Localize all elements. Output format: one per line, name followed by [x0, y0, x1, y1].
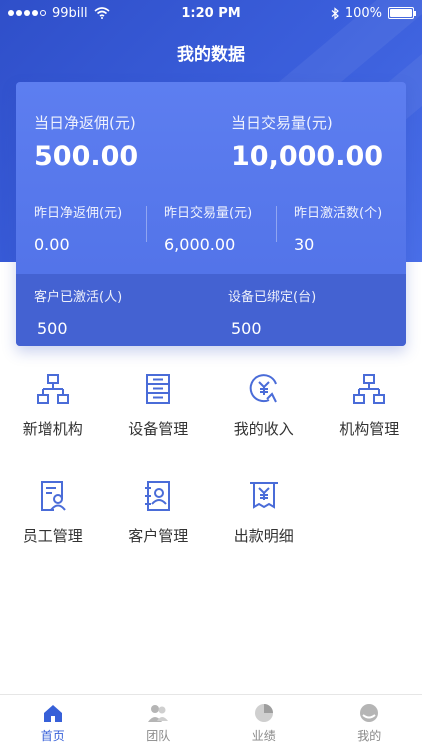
menu-label: 我的收入 [233, 420, 294, 438]
customer-book-icon [145, 481, 171, 511]
org-tree-icon [36, 374, 69, 404]
tab-mine[interactable]: 我的 [317, 695, 422, 750]
today-volume-value: 10,000.00 [231, 141, 384, 172]
bound-devices-value: 500 [231, 319, 262, 338]
menu-add-organization[interactable]: 新增机构 [0, 372, 106, 439]
yesterday-volume: 昨日交易量(元) 6,000.00 [146, 202, 276, 254]
summary-footer: 客户已激活(人) 500 设备已绑定(台) 500 [16, 274, 406, 346]
wifi-icon [94, 7, 110, 19]
yesterday-activations-value: 30 [294, 235, 315, 254]
bound-devices: 设备已绑定(台) 500 [211, 286, 406, 346]
today-rebate-value: 500.00 [34, 141, 139, 172]
menu-label: 客户管理 [128, 527, 189, 545]
tab-performance[interactable]: 业绩 [211, 695, 317, 750]
menu-device-management[interactable]: 设备管理 [106, 372, 212, 439]
battery-icon [388, 7, 416, 19]
home-icon [43, 704, 62, 722]
tab-team[interactable]: 团队 [106, 695, 212, 750]
tab-home-label: 首页 [40, 728, 65, 743]
tab-performance-label: 业绩 [251, 728, 276, 743]
team-icon [148, 704, 169, 722]
bluetooth-icon [331, 6, 339, 20]
menu-label: 设备管理 [128, 420, 189, 438]
device-cabinet-icon [146, 374, 171, 404]
menu-label: 出款明细 [233, 527, 294, 545]
menu-customer-management[interactable]: 客户管理 [106, 479, 212, 546]
menu-label: 新增机构 [22, 420, 83, 438]
today-volume: 当日交易量(元) 10,000.00 [211, 112, 406, 172]
today-rebate-label: 当日净返佣(元) [34, 114, 136, 132]
carrier-name: 99bill [52, 5, 88, 21]
yesterday-rebate: 昨日净返佣(元) 0.00 [16, 202, 146, 254]
menu-employee-management[interactable]: 员工管理 [0, 479, 106, 546]
yesterday-activations-label: 昨日激活数(个) [294, 206, 383, 221]
function-menu: 新增机构 设备管理 我的收入 机构管理 员工管理 客户管理 出款明细 [0, 372, 422, 546]
activated-customers: 客户已激活(人) 500 [16, 286, 211, 346]
tab-team-label: 团队 [146, 728, 171, 743]
tab-home[interactable]: 首页 [0, 695, 106, 750]
yesterday-rebate-label: 昨日净返佣(元) [34, 206, 123, 221]
menu-label: 机构管理 [339, 420, 400, 438]
tab-mine-label: 我的 [357, 728, 382, 743]
yesterday-volume-value: 6,000.00 [164, 235, 236, 254]
battery-percent: 100% [344, 5, 382, 21]
menu-my-income[interactable]: 我的收入 [211, 372, 317, 439]
tab-bar: 首页 团队 业绩 我的 [0, 694, 422, 750]
employee-card-icon [40, 481, 66, 511]
yesterday-volume-label: 昨日交易量(元) [164, 206, 253, 221]
activated-customers-label: 客户已激活(人) [34, 290, 123, 305]
page-title: 我的数据 [177, 45, 245, 65]
summary-card: 当日净返佣(元) 500.00 当日交易量(元) 10,000.00 昨日净返佣… [16, 82, 406, 346]
menu-payout-details[interactable]: 出款明细 [211, 479, 317, 546]
signal-strength-icon [8, 10, 46, 16]
signal-carrier: 99bill [8, 6, 110, 21]
menu-organization-management[interactable]: 机构管理 [317, 372, 422, 439]
status-bar: 99bill 1:20 PM 100% [0, 0, 422, 26]
activated-customers-value: 500 [37, 319, 68, 338]
status-right: 100% [331, 5, 416, 21]
today-volume-label: 当日交易量(元) [231, 114, 333, 132]
menu-label: 员工管理 [22, 527, 83, 545]
today-rebate: 当日净返佣(元) 500.00 [16, 112, 211, 172]
payout-receipt-icon [249, 482, 278, 509]
yesterday-activations: 昨日激活数(个) 30 [276, 202, 406, 254]
org-tree-icon [353, 374, 386, 404]
bound-devices-label: 设备已绑定(台) [228, 290, 317, 305]
yesterday-rebate-value: 0.00 [34, 235, 70, 254]
profile-icon [360, 703, 379, 722]
pie-chart-icon [254, 703, 273, 722]
income-yuan-icon [249, 374, 277, 403]
